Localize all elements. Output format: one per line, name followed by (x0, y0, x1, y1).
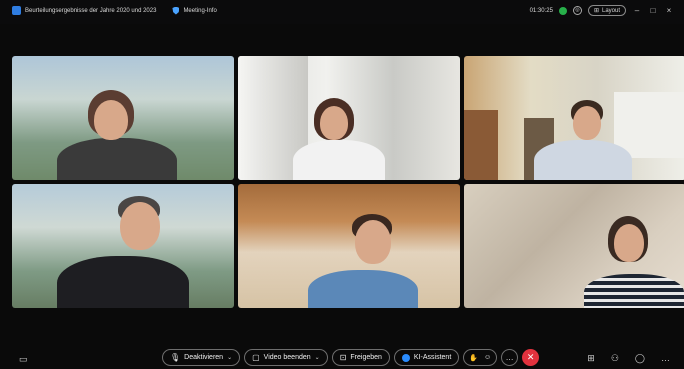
participant-body (584, 274, 684, 308)
title-bar-left: Beurteilungsergebnisse der Jahre 2020 un… (12, 6, 217, 15)
title-bar-right: 01:30:25 ◎ ⊞ Layout – □ × (530, 5, 674, 16)
share-label: Freigeben (350, 354, 382, 361)
more-icon: … (505, 353, 514, 362)
video-tile-1[interactable] (12, 56, 234, 180)
more-options-button[interactable]: … (501, 349, 519, 366)
shield-icon[interactable] (172, 6, 180, 15)
minimize-icon[interactable]: – (632, 6, 642, 15)
app-logo-icon (12, 6, 21, 15)
end-call-button[interactable]: ✕ (522, 349, 540, 366)
participant-body (308, 270, 418, 308)
video-button[interactable]: ▢ Video beenden ⌄ (244, 349, 328, 366)
meeting-title: Beurteilungsergebnisse der Jahre 2020 un… (25, 7, 157, 14)
layout-label: Layout (601, 7, 620, 14)
maximize-icon[interactable]: □ (648, 6, 658, 15)
video-label: Video beenden (263, 354, 311, 361)
video-tile-6[interactable] (464, 184, 684, 308)
apps-icon[interactable]: ⊞ (587, 353, 595, 364)
captions-icon[interactable]: ▭ (19, 354, 28, 365)
right-panel-buttons: ⊞ ⚇ ◯ … (587, 353, 670, 364)
video-tile-5[interactable] (238, 184, 460, 308)
participant-body (57, 138, 177, 180)
ai-assistant-label: KI-Assistent (413, 354, 452, 361)
emoji-icon[interactable]: ☺ (484, 354, 491, 361)
meeting-controls: 🎙 Deaktivieren ⌄ ▢ Video beenden ⌄ ⊡ Fre… (162, 349, 540, 366)
title-bar: Beurteilungsergebnisse der Jahre 2020 un… (0, 0, 684, 24)
reactions-button[interactable]: ✋ ☺ (463, 349, 498, 366)
participant-face (614, 224, 644, 262)
microphone-icon: 🎙 (170, 353, 181, 362)
chat-icon[interactable]: ◯ (635, 353, 645, 364)
more-icon[interactable]: … (661, 353, 670, 364)
video-tile-2[interactable] (238, 56, 460, 180)
door-shape (464, 110, 498, 180)
mute-button[interactable]: 🎙 Deaktivieren ⌄ (162, 349, 241, 366)
close-icon: ✕ (526, 352, 535, 362)
raise-hand-icon[interactable]: ✋ (469, 354, 478, 362)
camera-icon: ▢ (252, 353, 260, 362)
participant-face (573, 106, 601, 140)
chevron-down-icon[interactable]: ⌄ (227, 354, 232, 361)
participant-body (57, 256, 189, 308)
participants-status-icon[interactable]: ◎ (572, 6, 582, 15)
ai-assistant-button[interactable]: KI-Assistent (393, 349, 460, 366)
video-tile-3[interactable] (464, 56, 684, 180)
meeting-timer: 01:30:25 (529, 7, 553, 14)
status-indicator-icon (558, 6, 567, 15)
share-button[interactable]: ⊡ Freigeben (331, 349, 390, 366)
video-grid (12, 56, 684, 310)
grid-icon: ⊞ (593, 8, 599, 14)
ai-assistant-icon (401, 353, 410, 362)
share-screen-icon: ⊡ (339, 353, 347, 362)
mute-label: Deaktivieren (184, 354, 224, 361)
layout-button[interactable]: ⊞ Layout (587, 5, 626, 16)
participant-face (120, 202, 160, 250)
participant-body (534, 140, 632, 180)
meeting-info-link[interactable]: Meeting-Info (183, 8, 216, 14)
participants-icon[interactable]: ⚇ (611, 353, 619, 364)
close-icon[interactable]: × (664, 6, 674, 15)
participant-face (355, 220, 391, 264)
participant-face (94, 100, 128, 140)
meeting-toolbar: ▭ 🎙 Deaktivieren ⌄ ▢ Video beenden ⌄ ⊡ F… (0, 340, 684, 369)
video-tile-4[interactable] (12, 184, 234, 308)
participant-face (320, 106, 348, 140)
participant-body (293, 140, 385, 180)
chevron-down-icon[interactable]: ⌄ (315, 354, 320, 361)
